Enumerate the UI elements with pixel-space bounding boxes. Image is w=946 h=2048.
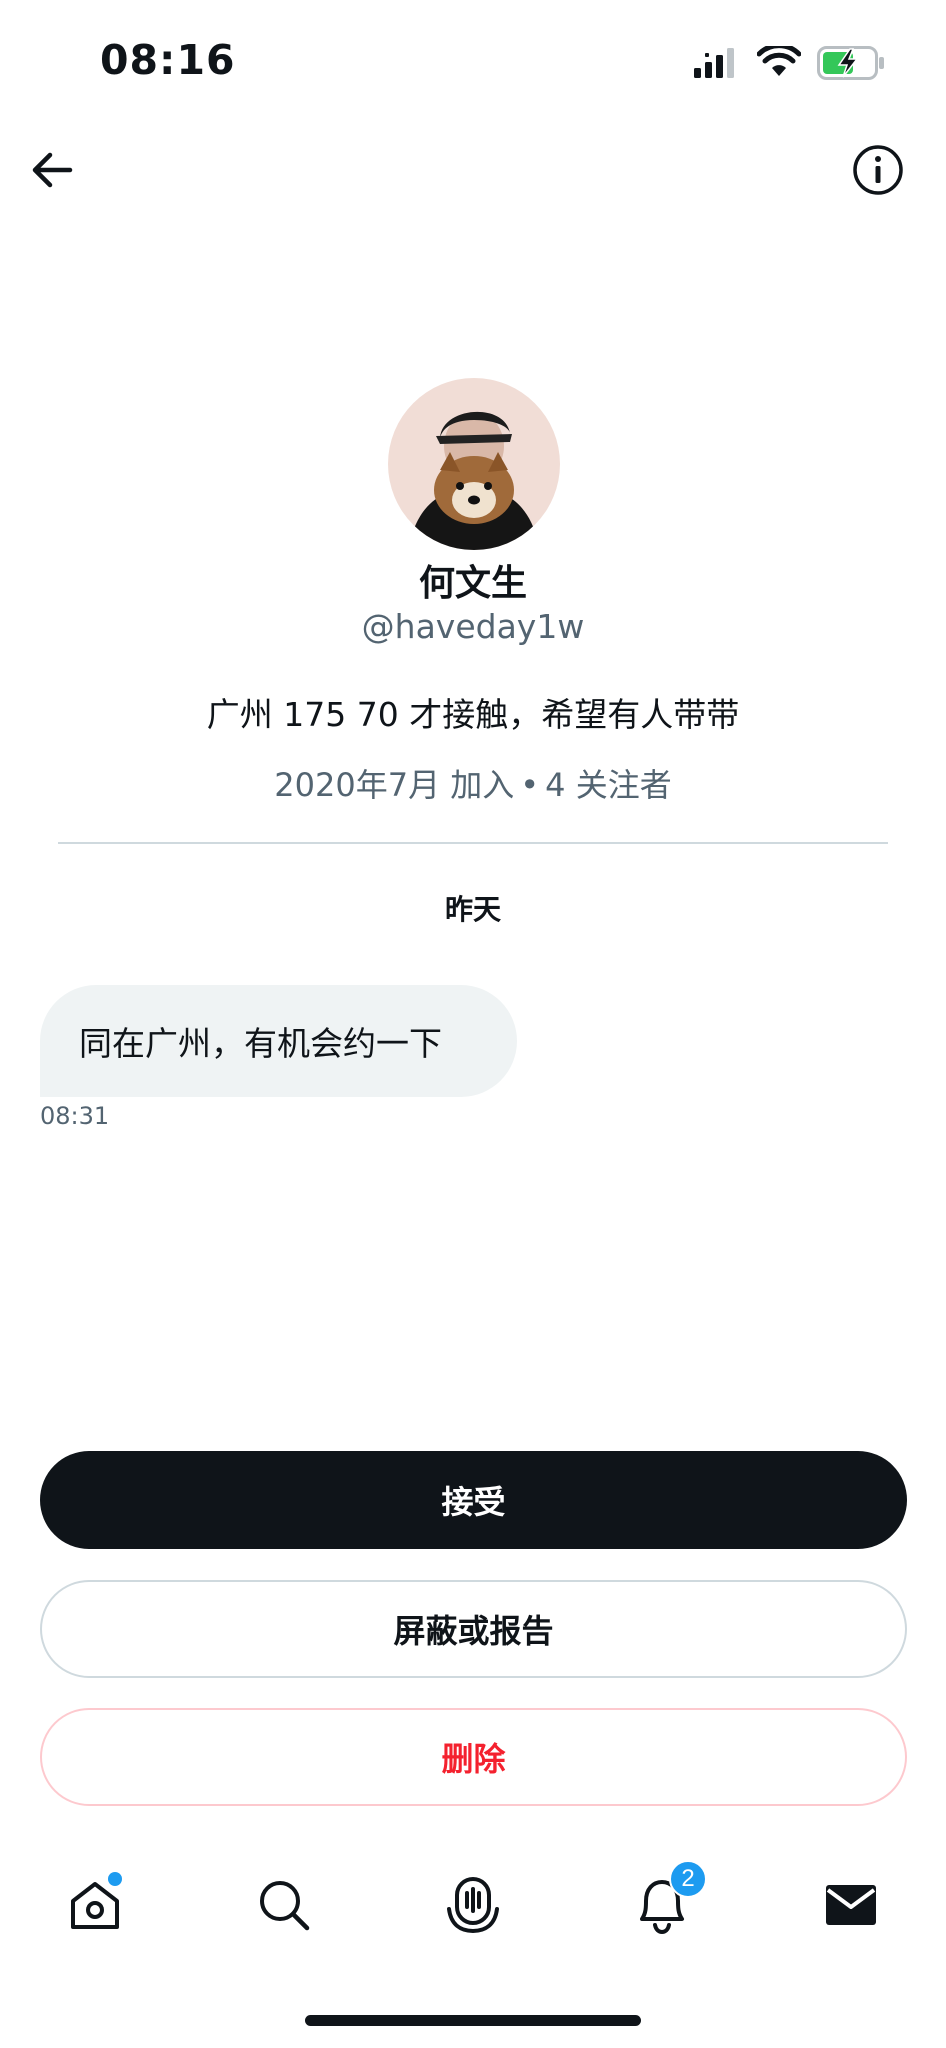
divider xyxy=(58,842,888,844)
message-bubble[interactable]: 同在广州，有机会约一下 xyxy=(40,985,517,1097)
follower-count[interactable]: 4 关注者 xyxy=(545,766,672,804)
status-time: 08:16 xyxy=(100,36,236,84)
profile-handle: @haveday1w xyxy=(361,607,585,646)
search-icon xyxy=(260,1881,310,1931)
back-button[interactable] xyxy=(22,140,82,200)
arrow-left-icon xyxy=(32,152,73,188)
info-icon xyxy=(853,145,903,195)
join-date: 2020年7月 加入 xyxy=(274,766,515,804)
block-or-report-button[interactable]: 屏蔽或报告 xyxy=(40,1580,907,1678)
message-text: 同在广州，有机会约一下 xyxy=(79,1024,442,1063)
tab-messages[interactable] xyxy=(806,1860,896,1950)
tab-notifications[interactable]: 2 xyxy=(617,1860,707,1950)
wifi-icon xyxy=(757,46,801,76)
tab-home[interactable] xyxy=(50,1860,140,1950)
notification-badge: 2 xyxy=(669,1860,707,1898)
meta-separator: • xyxy=(520,766,540,804)
profile-bio: 广州 175 70 才接触，希望有人带带 xyxy=(206,695,740,734)
tab-search[interactable] xyxy=(239,1860,329,1950)
envelope-icon xyxy=(826,1885,876,1925)
status-bar: 08:16 xyxy=(0,0,946,120)
home-indicator xyxy=(305,2015,641,2026)
conversation-info-button[interactable] xyxy=(848,140,908,200)
profile-name: 何文生 xyxy=(418,563,527,604)
cellular-signal-icon xyxy=(694,48,734,78)
avatar[interactable] xyxy=(388,378,560,550)
accept-button[interactable]: 接受 xyxy=(40,1451,907,1549)
message-timestamp: 08:31 xyxy=(40,1102,110,1130)
home-unread-dot xyxy=(108,1872,122,1886)
delete-button[interactable]: 删除 xyxy=(40,1708,907,1806)
battery-charging-icon xyxy=(817,46,884,80)
tab-spaces[interactable] xyxy=(428,1860,518,1950)
profile-meta: 2020年7月 加入 • 4 关注者 xyxy=(0,760,946,806)
bottom-tab-bar: 2 xyxy=(0,1860,946,1950)
microphone-spaces-icon xyxy=(447,1877,499,1934)
date-separator: 昨天 xyxy=(444,893,501,926)
avatar-photo xyxy=(388,378,560,550)
